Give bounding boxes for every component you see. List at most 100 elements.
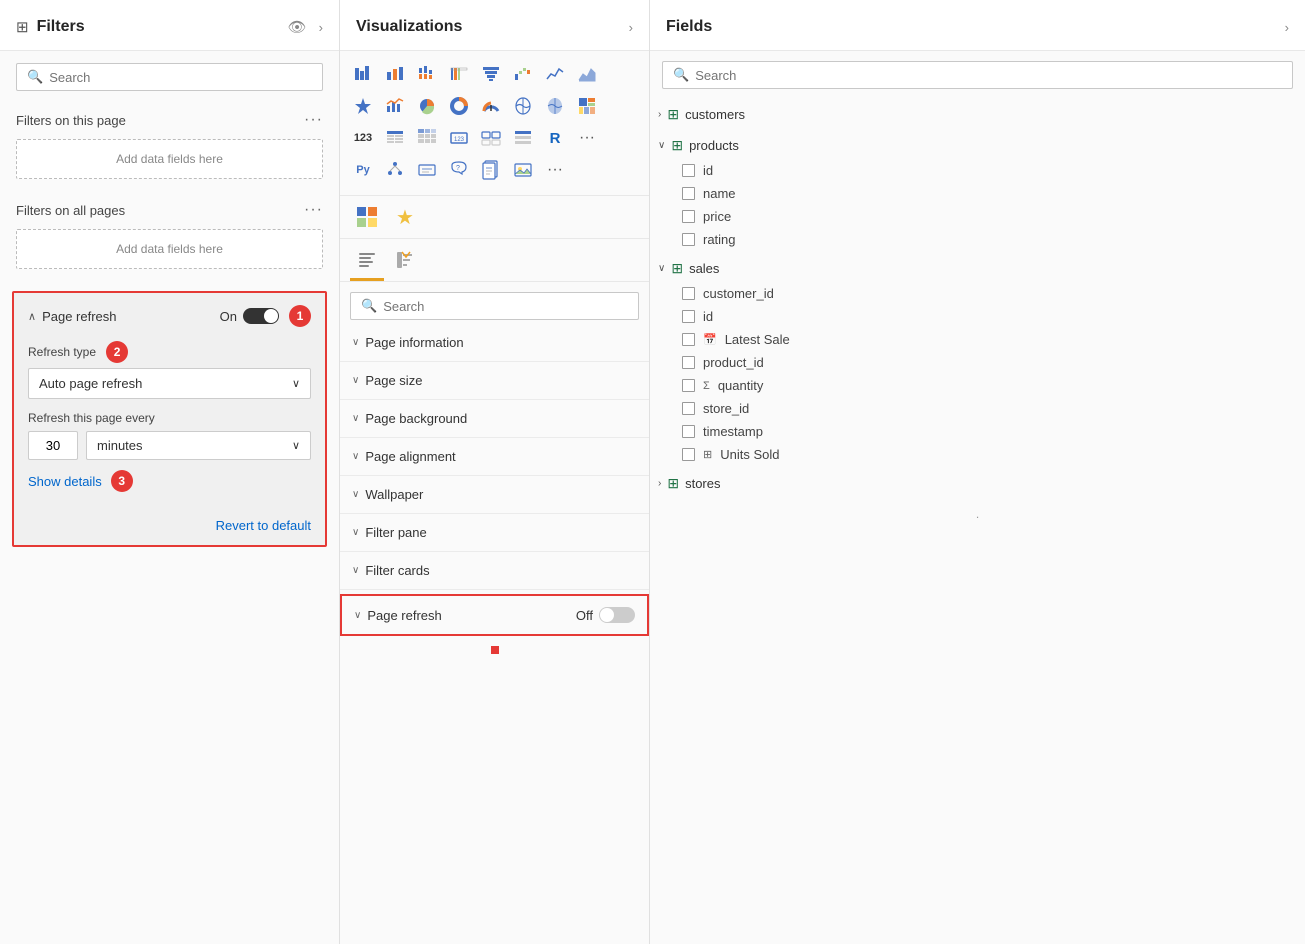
chart-funnel-icon[interactable] <box>476 59 506 89</box>
viz-chevron-right-icon[interactable]: › <box>629 20 633 35</box>
field-checkbox-products-rating[interactable] <box>682 233 695 246</box>
chart-r-icon[interactable]: R <box>540 123 570 153</box>
chart-combo-icon[interactable] <box>380 91 410 121</box>
fields-tab[interactable] <box>390 247 424 281</box>
interval-value-input[interactable] <box>28 431 78 460</box>
chart-python-icon[interactable]: Py <box>348 155 378 185</box>
viz-page-refresh-row[interactable]: ∨ Page refresh Off <box>342 596 647 634</box>
field-checkbox-sales-timestamp[interactable] <box>682 425 695 438</box>
toggle-off-group[interactable]: Off <box>576 607 635 623</box>
chart-pie-icon[interactable] <box>412 91 442 121</box>
chart-img-icon[interactable] <box>508 155 538 185</box>
field-sales-product-id[interactable]: product_id <box>650 351 1305 374</box>
field-sales-units-sold[interactable]: ⊞ Units Sold <box>650 443 1305 466</box>
chart-more-icon[interactable]: ··· <box>572 123 602 153</box>
eye-icon[interactable]: 👁 <box>288 18 307 36</box>
fields-header: Fields › <box>650 0 1305 51</box>
field-checkbox-sales-customer-id[interactable] <box>682 287 695 300</box>
chart-waterfall-icon[interactable] <box>508 59 538 89</box>
field-checkbox-sales-quantity[interactable] <box>682 379 695 392</box>
field-products-name[interactable]: name <box>650 182 1305 205</box>
chart-column-icon[interactable] <box>380 59 410 89</box>
field-checkbox-products-name[interactable] <box>682 187 695 200</box>
chevron-down-icon-10: ∨ <box>354 610 361 621</box>
chart-filled-map-icon[interactable] <box>540 91 570 121</box>
table-header-sales[interactable]: ∨ ⊞ sales <box>650 255 1305 282</box>
format-section-page-background[interactable]: ∨Page background <box>340 400 649 438</box>
table-header-customers[interactable]: › ⊞ customers <box>650 101 1305 128</box>
filters-search-box[interactable]: 🔍 <box>16 63 323 91</box>
filters-this-page-menu[interactable]: ··· <box>304 111 323 129</box>
chart-line-icon[interactable] <box>540 59 570 89</box>
chart-table-icon[interactable] <box>380 123 410 153</box>
viz-search-input[interactable] <box>383 299 628 314</box>
customers-label: customers <box>685 107 745 122</box>
chart-star-icon[interactable]: ★ <box>390 202 420 232</box>
chart-matrix-icon[interactable] <box>412 123 442 153</box>
chart-qa-icon[interactable]: ? <box>444 155 474 185</box>
field-products-price[interactable]: price <box>650 205 1305 228</box>
chart-stacked-bar-icon[interactable] <box>348 59 378 89</box>
add-data-fields-1[interactable]: Add data fields here <box>16 139 323 179</box>
field-sales-id[interactable]: id <box>650 305 1305 328</box>
chart-bar-cluster-icon[interactable] <box>412 59 442 89</box>
chart-decomp-icon[interactable] <box>380 155 410 185</box>
field-checkbox-sales-store-id[interactable] <box>682 402 695 415</box>
page-refresh-toggle-off[interactable] <box>599 607 635 623</box>
page-refresh-toggle[interactable] <box>243 308 279 324</box>
fields-chevron-right-icon[interactable]: › <box>1285 20 1289 35</box>
field-sales-quantity[interactable]: Σ quantity <box>650 374 1305 397</box>
field-checkbox-products-price[interactable] <box>682 210 695 223</box>
field-checkbox-sales-latest-sale[interactable] <box>682 333 695 346</box>
field-checkbox-sales-units-sold[interactable] <box>682 448 695 461</box>
chart-more-2-icon[interactable]: ··· <box>540 155 570 185</box>
field-sales-latest-sale[interactable]: 📅 Latest Sale <box>650 328 1305 351</box>
table-header-products[interactable]: ∨ ⊞ products <box>650 132 1305 159</box>
format-section-page-alignment[interactable]: ∨Page alignment <box>340 438 649 476</box>
refresh-type-dropdown[interactable]: Auto page refresh ∨ <box>28 368 311 399</box>
chart-color-icon[interactable] <box>352 202 382 232</box>
filters-all-pages-menu[interactable]: ··· <box>304 201 323 219</box>
interval-unit-dropdown[interactable]: minutes ∨ <box>86 431 311 460</box>
chart-kpi-icon[interactable]: 123 <box>348 123 378 153</box>
chart-multi-card-icon[interactable] <box>476 123 506 153</box>
add-data-fields-2[interactable]: Add data fields here <box>16 229 323 269</box>
chart-paginated-icon[interactable] <box>476 155 506 185</box>
chevron-right-icon[interactable]: › <box>319 20 323 35</box>
filter-icon: ⊞ <box>16 18 29 36</box>
field-sales-customer-id[interactable]: customer_id <box>650 282 1305 305</box>
chart-slicer-icon[interactable] <box>508 123 538 153</box>
chevron-down-icon-4: ∨ <box>352 375 359 386</box>
format-tab[interactable] <box>350 247 384 281</box>
field-checkbox-sales-id[interactable] <box>682 310 695 323</box>
field-sales-store-id[interactable]: store_id <box>650 397 1305 420</box>
chart-gauge-icon[interactable] <box>476 91 506 121</box>
revert-to-default-link[interactable]: Revert to default <box>14 510 325 545</box>
format-section-filter-cards[interactable]: ∨Filter cards <box>340 552 649 590</box>
field-sales-timestamp[interactable]: timestamp <box>650 420 1305 443</box>
chart-treemap-icon[interactable] <box>572 91 602 121</box>
field-checkbox-sales-product-id[interactable] <box>682 356 695 369</box>
field-products-id[interactable]: id <box>650 159 1305 182</box>
fields-search-input[interactable] <box>695 68 1282 83</box>
format-section-page-information[interactable]: ∨Page information <box>340 324 649 362</box>
chevron-up-icon[interactable]: ∧ <box>28 310 36 323</box>
chart-donut-icon[interactable] <box>444 91 474 121</box>
field-checkbox-products-id[interactable] <box>682 164 695 177</box>
viz-search-box[interactable]: 🔍 <box>350 292 639 320</box>
chart-map-icon[interactable] <box>508 91 538 121</box>
filters-search-input[interactable] <box>49 70 312 85</box>
format-section-wallpaper[interactable]: ∨Wallpaper <box>340 476 649 514</box>
chart-area-icon[interactable] <box>572 59 602 89</box>
show-details-link[interactable]: Show details 3 <box>28 470 311 492</box>
chart-nar-icon[interactable] <box>412 155 442 185</box>
fields-search-box[interactable]: 🔍 <box>662 61 1293 89</box>
table-header-stores[interactable]: › ⊞ stores <box>650 470 1305 497</box>
sales-label: sales <box>689 261 719 276</box>
chart-bar-100-icon[interactable] <box>444 59 474 89</box>
format-section-filter-pane[interactable]: ∨Filter pane <box>340 514 649 552</box>
chart-scatter-icon[interactable] <box>348 91 378 121</box>
chart-card-icon[interactable]: 123 <box>444 123 474 153</box>
format-section-page-size[interactable]: ∨Page size <box>340 362 649 400</box>
field-products-rating[interactable]: rating <box>650 228 1305 251</box>
